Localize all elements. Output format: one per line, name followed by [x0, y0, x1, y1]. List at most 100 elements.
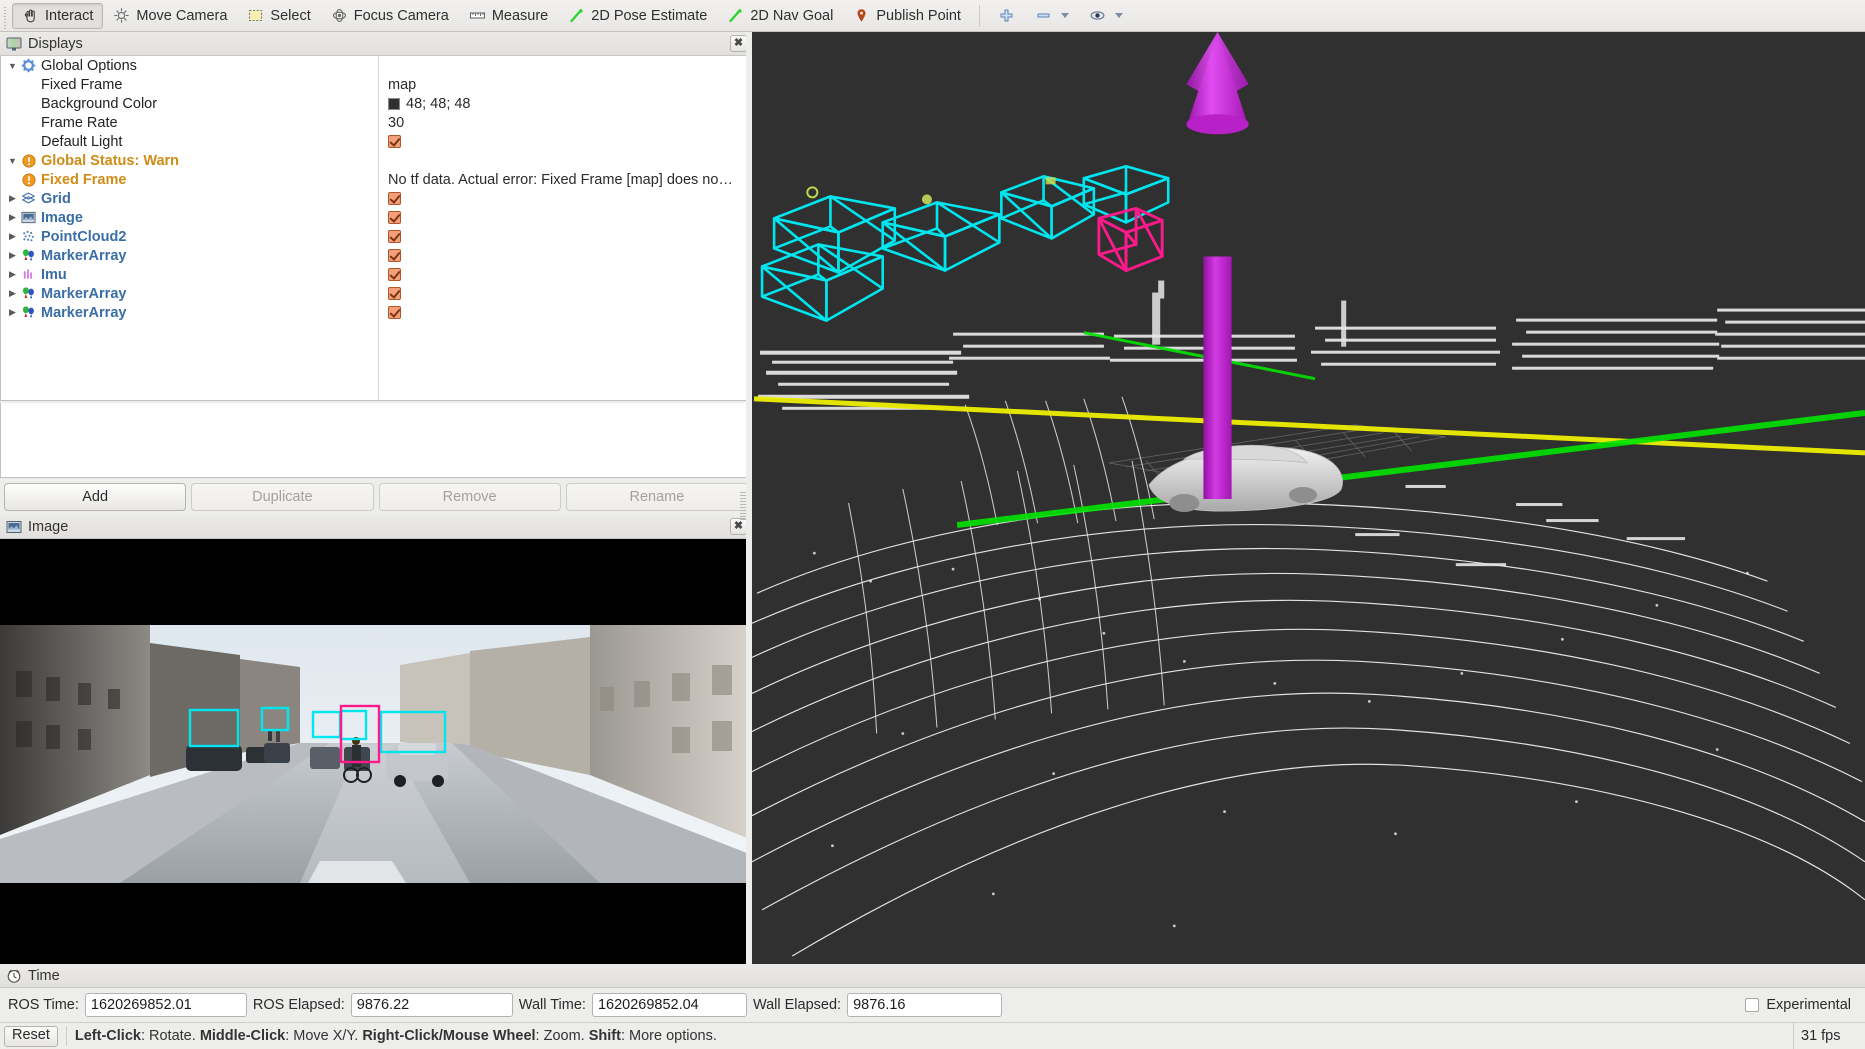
tree-row[interactable]: MarkerArray — [1, 246, 751, 265]
nav-goal-icon — [727, 7, 744, 24]
tree-row[interactable]: MarkerArray — [1, 303, 751, 322]
tree-row-value[interactable] — [378, 306, 751, 319]
camera-frame — [0, 625, 752, 883]
wall-time-input[interactable] — [591, 993, 747, 1017]
time-fields-row: ROS Time: ROS Elapsed: Wall Time: Wall E… — [0, 988, 1865, 1022]
tree-row[interactable]: Frame Rate 30 — [1, 113, 751, 132]
tree-row[interactable]: Fixed Frame map — [1, 75, 751, 94]
tool-label: 2D Pose Estimate — [591, 7, 708, 24]
tree-row[interactable]: MarkerArray — [1, 284, 751, 303]
tree-item-label: MarkerArray — [41, 285, 127, 302]
status-separator — [65, 1026, 67, 1046]
reset-button[interactable]: Reset — [4, 1025, 58, 1047]
toolbar-drag-handle[interactable] — [2, 2, 10, 29]
add-button[interactable]: Add — [4, 483, 187, 511]
marker-sphere — [921, 194, 932, 205]
tree-row-value[interactable]: 30 — [378, 115, 751, 131]
close-icon[interactable]: ✖ — [730, 35, 747, 52]
tree-row[interactable]: Imu — [1, 265, 751, 284]
tree-row-value[interactable]: map — [378, 77, 751, 93]
clock-icon — [6, 968, 22, 984]
ros-time-input[interactable] — [84, 993, 247, 1017]
property-editor-area[interactable] — [0, 403, 752, 478]
enable-checkbox[interactable] — [388, 230, 401, 243]
tree-row-value[interactable] — [378, 268, 751, 281]
rename-button[interactable]: Rename — [565, 483, 748, 511]
main-body: Displays ✖ Global OptionsFixed FramemapB… — [0, 32, 1865, 964]
splitter-grip[interactable] — [740, 492, 746, 522]
enable-checkbox[interactable] — [388, 306, 401, 319]
duplicate-button[interactable]: Duplicate — [191, 483, 374, 511]
enable-checkbox[interactable] — [388, 249, 401, 262]
detection-box-car — [188, 708, 240, 748]
experimental-toggle[interactable]: Experimental — [1745, 997, 1857, 1013]
tree-row[interactable]: Fixed Frame No tf data. Actual error: Fix… — [1, 170, 751, 189]
enable-checkbox[interactable] — [388, 287, 401, 300]
grid-icon — [20, 191, 37, 207]
chevron-right-icon[interactable] — [5, 231, 20, 242]
enable-checkbox[interactable] — [388, 192, 401, 205]
tool-2d-pose-estimate[interactable]: 2D Pose Estimate — [558, 3, 717, 29]
warning-icon — [20, 172, 37, 188]
enable-checkbox[interactable] — [388, 135, 401, 148]
tree-row-value[interactable] — [378, 249, 751, 262]
enable-checkbox[interactable] — [388, 268, 401, 281]
tree-row-name: Fixed Frame — [1, 77, 378, 93]
tree-row-value[interactable] — [378, 287, 751, 300]
visibility-button[interactable] — [1079, 3, 1133, 29]
chevron-right-icon[interactable] — [5, 193, 20, 204]
tree-row-name: PointCloud2 — [1, 229, 378, 245]
tool-2d-nav-goal[interactable]: 2D Nav Goal — [717, 3, 843, 29]
3d-render-view[interactable] — [752, 32, 1865, 964]
tree-row[interactable]: Image — [1, 208, 751, 227]
marker-icon — [20, 286, 37, 302]
displays-tree[interactable]: Global OptionsFixed FramemapBackground C… — [0, 56, 752, 401]
chevron-right-icon[interactable] — [5, 307, 20, 318]
tree-row[interactable]: Global Status: Warn — [1, 151, 751, 170]
tree-row-value[interactable] — [378, 192, 751, 205]
tree-row-value[interactable] — [378, 211, 751, 224]
remove-button[interactable]: Remove — [378, 483, 561, 511]
tree-row-value[interactable] — [378, 230, 751, 243]
tool-publish-point[interactable]: Publish Point — [843, 3, 971, 29]
marker-cube — [1045, 177, 1056, 185]
left-dock: Displays ✖ Global OptionsFixed FramemapB… — [0, 32, 752, 964]
tree-row[interactable]: Global Options — [1, 56, 751, 75]
tree-row[interactable]: Background Color 48; 48; 48 — [1, 94, 751, 113]
tool-measure[interactable]: Measure — [459, 3, 558, 29]
enable-checkbox[interactable] — [388, 211, 401, 224]
chevron-down-icon[interactable] — [1114, 13, 1123, 18]
tree-row-value[interactable] — [378, 135, 751, 148]
tree-item-label: PointCloud2 — [41, 228, 127, 245]
tree-row[interactable]: Default Light — [1, 132, 751, 151]
mouse-hint-text: Left-Click: Rotate. Middle-Click: Move X… — [75, 1028, 717, 1044]
tool-label: Move Camera — [136, 7, 228, 24]
tree-row-value[interactable]: No tf data. Actual error: Fixed Frame [m… — [378, 172, 751, 188]
tool-select[interactable]: Select — [237, 3, 320, 29]
tool-move-camera[interactable]: Move Camera — [103, 3, 237, 29]
tool-focus-camera[interactable]: Focus Camera — [321, 3, 459, 29]
ros-elapsed-input[interactable] — [350, 993, 513, 1017]
tree-item-label: Fixed Frame — [41, 171, 127, 188]
chevron-right-icon[interactable] — [5, 250, 20, 261]
chevron-right-icon[interactable] — [5, 212, 20, 223]
chevron-down-icon[interactable] — [5, 156, 20, 166]
tree-row[interactable]: PointCloud2 — [1, 227, 751, 246]
pointcloud-icon — [20, 229, 37, 245]
camera-image-view[interactable] — [0, 539, 752, 964]
tool-interact[interactable]: Interact — [12, 2, 104, 29]
property-value: No tf data. Actual error: Fixed Frame [m… — [388, 171, 733, 188]
chevron-right-icon[interactable] — [5, 269, 20, 280]
add-tool-button[interactable] — [988, 3, 1025, 29]
wall-elapsed-input[interactable] — [847, 993, 1003, 1017]
tree-row[interactable]: Grid — [1, 189, 751, 208]
experimental-checkbox[interactable] — [1745, 998, 1760, 1012]
chevron-down-icon[interactable] — [5, 61, 20, 71]
tree-row-value[interactable]: 48; 48; 48 — [378, 96, 751, 112]
hand-icon — [22, 7, 39, 24]
detection-box-car — [311, 710, 342, 739]
chevron-down-icon[interactable] — [1060, 13, 1069, 18]
tree-row-name: Frame Rate — [1, 115, 378, 131]
remove-tool-button[interactable] — [1025, 3, 1079, 29]
chevron-right-icon[interactable] — [5, 288, 20, 299]
